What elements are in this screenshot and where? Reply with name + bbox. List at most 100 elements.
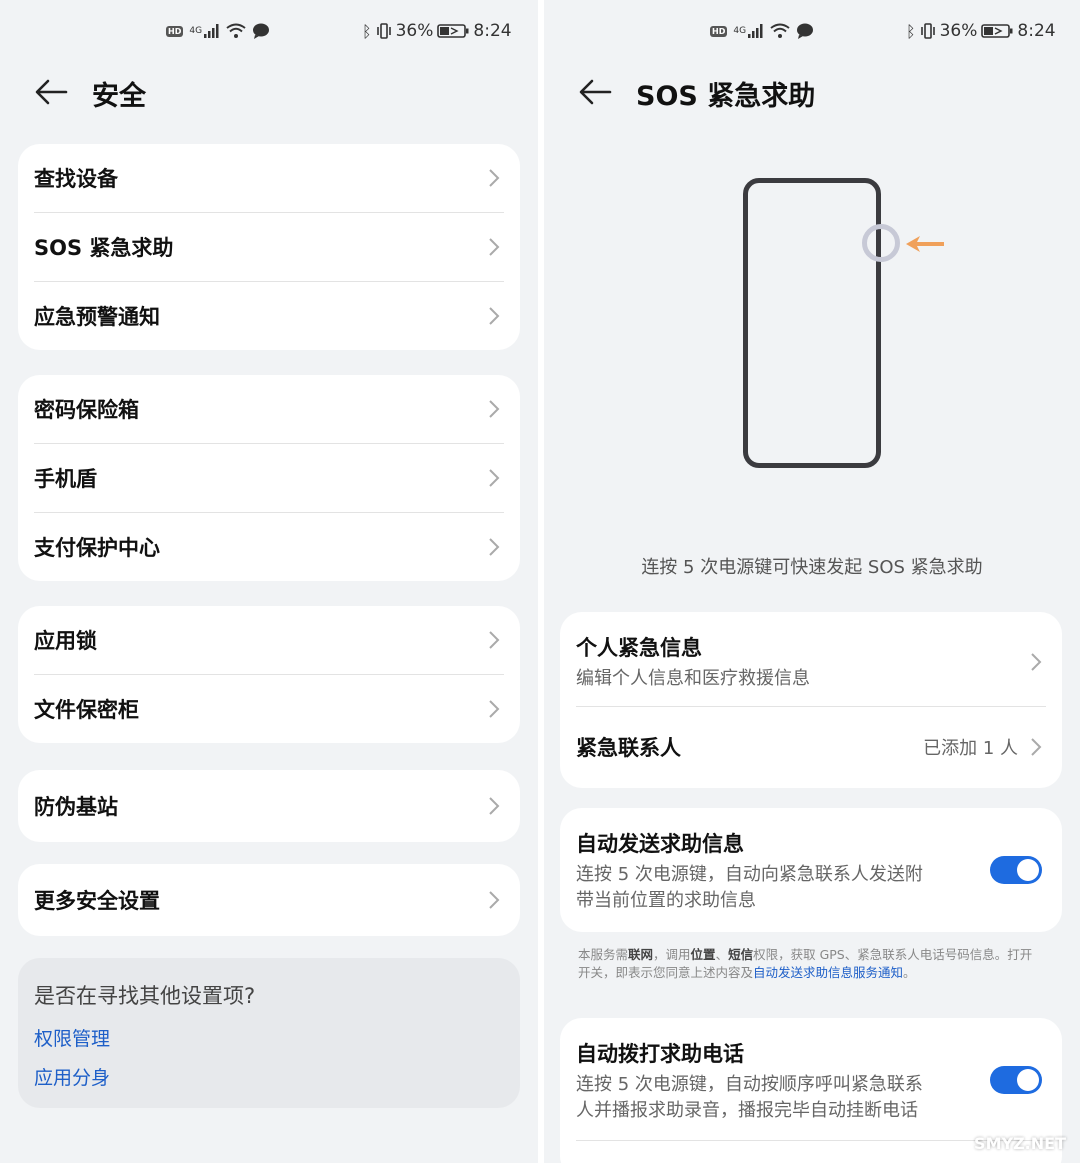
hd-badge: HD xyxy=(166,25,184,37)
message-icon xyxy=(797,23,814,39)
arrow-left-icon xyxy=(906,236,944,252)
notice-text: 、 xyxy=(715,947,729,962)
list-item-app-lock[interactable]: 应用锁 xyxy=(18,606,520,674)
list-item-label: SOS 紧急求助 xyxy=(34,236,174,260)
list-item-label: 密码保险箱 xyxy=(34,398,139,422)
list-item-label: 防伪基站 xyxy=(34,795,118,819)
chevron-right-icon xyxy=(489,538,500,556)
list-item-fake-base-station[interactable]: 防伪基站 xyxy=(18,770,520,842)
notice-bold-sms: 短信 xyxy=(728,947,754,962)
status-bar: HD 4G ᛒ 36% 8:24 xyxy=(544,18,1080,44)
network-label: 4G xyxy=(189,26,203,36)
chevron-right-icon xyxy=(489,307,500,325)
clock: 8:24 xyxy=(473,21,512,41)
list-item-emergency-alert[interactable]: 应急预警通知 xyxy=(18,282,520,350)
list-item-find-device[interactable]: 查找设备 xyxy=(18,144,520,212)
other-settings-hint: 是否在寻找其他设置项? 权限管理 应用分身 xyxy=(18,958,520,1108)
chevron-right-icon xyxy=(489,700,500,718)
chevron-right-icon xyxy=(489,797,500,815)
signal-icon xyxy=(748,24,763,38)
bluetooth-icon: ᛒ xyxy=(362,21,372,41)
watermark: SMYZ.NET xyxy=(974,1134,1066,1153)
battery-percent: 36% xyxy=(395,21,434,41)
bluetooth-icon: ᛒ xyxy=(906,21,916,41)
auto-send-toggle[interactable] xyxy=(990,856,1042,884)
notice-text: ，调用 xyxy=(653,947,691,962)
notice-text: 。 xyxy=(903,965,916,980)
auto-send-desc-1: 连按 5 次电源键，自动向紧急联系人发送附 xyxy=(576,864,923,885)
chevron-right-icon xyxy=(1031,653,1042,671)
hd-badge: HD xyxy=(710,25,728,37)
back-arrow-icon[interactable] xyxy=(34,76,70,108)
list-item-label: 文件保密柜 xyxy=(34,698,139,722)
list-item-password-vault[interactable]: 密码保险箱 xyxy=(18,375,520,443)
wifi-icon xyxy=(226,23,246,38)
chevron-right-icon xyxy=(489,169,500,187)
personal-info-title: 个人紧急信息 xyxy=(576,636,702,660)
page-title: 安全 xyxy=(92,81,146,112)
chevron-right-icon xyxy=(489,469,500,487)
auto-call-toggle[interactable] xyxy=(990,1066,1042,1094)
list-item-phone-shield[interactable]: 手机盾 xyxy=(18,444,520,512)
list-item-label: 应急预警通知 xyxy=(34,305,160,329)
list-item-payment-protection[interactable]: 支付保护中心 xyxy=(18,513,520,581)
list-item-more-security[interactable]: 更多安全设置 xyxy=(18,864,520,936)
battery-icon xyxy=(437,24,469,38)
list-item-sos[interactable]: SOS 紧急求助 xyxy=(18,213,520,281)
auto-call-desc-2: 人并播报求助录音，播报完毕自动挂断电话 xyxy=(576,1100,918,1121)
phone-illustration xyxy=(743,178,881,468)
auto-send-desc-2: 带当前位置的求助信息 xyxy=(576,890,756,911)
chevron-right-icon xyxy=(489,400,500,418)
sos-instruction: 连按 5 次电源键可快速发起 SOS 紧急求助 xyxy=(641,557,983,578)
emergency-contacts-title: 紧急联系人 xyxy=(576,736,681,760)
auto-send-message-card: 自动发送求助信息 连按 5 次电源键，自动向紧急联系人发送附 带当前位置的求助信… xyxy=(560,808,1062,932)
page-title: SOS 紧急求助 xyxy=(636,81,816,112)
auto-call-title: 自动拨打求助电话 xyxy=(576,1042,744,1066)
vibrate-icon xyxy=(920,23,935,39)
list-item-label: 支付保护中心 xyxy=(34,536,160,560)
security-settings-screen: HD 4G ᛒ 36% 8:24 安全 查找设备 SOS 紧急求助 应急预警通知… xyxy=(0,0,538,1163)
list-item-personal-info[interactable]: 个人紧急信息 编辑个人信息和医疗救援信息 xyxy=(560,612,1062,706)
message-icon xyxy=(253,23,270,39)
service-notice-link[interactable]: 自动发送求助信息服务通知 xyxy=(753,965,903,980)
clock: 8:24 xyxy=(1017,21,1056,41)
settings-group-5: 更多安全设置 xyxy=(18,864,520,936)
signal-icon xyxy=(204,24,219,38)
list-item-emergency-contacts[interactable]: 紧急联系人 已添加 1 人 xyxy=(560,707,1062,787)
list-item-label: 手机盾 xyxy=(34,467,97,491)
battery-percent: 36% xyxy=(939,21,978,41)
chevron-right-icon xyxy=(489,891,500,909)
wifi-icon xyxy=(770,23,790,38)
auto-call-desc-1: 连按 5 次电源键，自动按顺序呼叫紧急联系 xyxy=(576,1074,923,1095)
status-bar: HD 4G ᛒ 36% 8:24 xyxy=(0,18,538,44)
list-item-label: 更多安全设置 xyxy=(34,889,160,913)
list-item-file-safe[interactable]: 文件保密柜 xyxy=(18,675,520,743)
header: 安全 xyxy=(0,64,538,120)
toggle-knob xyxy=(1017,859,1039,881)
list-item-label: 应用锁 xyxy=(34,629,97,653)
chevron-right-icon xyxy=(489,631,500,649)
back-arrow-icon[interactable] xyxy=(578,76,614,108)
notice-text: 本服务需 xyxy=(578,947,629,962)
power-button-indicator xyxy=(862,224,900,262)
header: SOS 紧急求助 xyxy=(544,64,1080,120)
settings-group-2: 密码保险箱 手机盾 支付保护中心 xyxy=(18,375,520,581)
battery-icon xyxy=(981,24,1013,38)
emergency-contacts-value: 已添加 1 人 xyxy=(923,738,1018,759)
notice-bold-location: 位置 xyxy=(690,947,716,962)
service-notice: 本服务需联网，调用位置、短信权限，获取 GPS、紧急联系人电话号码信息。打开开关… xyxy=(578,946,1040,982)
link-app-twin[interactable]: 应用分身 xyxy=(34,1063,504,1090)
emergency-info-card: 个人紧急信息 编辑个人信息和医疗救援信息 紧急联系人 已添加 1 人 xyxy=(560,612,1062,788)
auto-send-title: 自动发送求助信息 xyxy=(576,832,744,856)
settings-group-4: 防伪基站 xyxy=(18,770,520,842)
network-label: 4G xyxy=(733,26,747,36)
vibrate-icon xyxy=(376,23,391,39)
toggle-knob xyxy=(1017,1069,1039,1091)
personal-info-desc: 编辑个人信息和医疗救援信息 xyxy=(576,668,810,689)
settings-group-3: 应用锁 文件保密柜 xyxy=(18,606,520,743)
link-permission-management[interactable]: 权限管理 xyxy=(34,1024,504,1051)
hint-question: 是否在寻找其他设置项? xyxy=(34,984,256,1008)
list-item-label: 查找设备 xyxy=(34,167,118,191)
chevron-right-icon xyxy=(1031,738,1042,756)
sos-screen: HD 4G ᛒ 36% 8:24 SOS 紧急求助 连按 5 次电源键可快速发起… xyxy=(544,0,1080,1163)
